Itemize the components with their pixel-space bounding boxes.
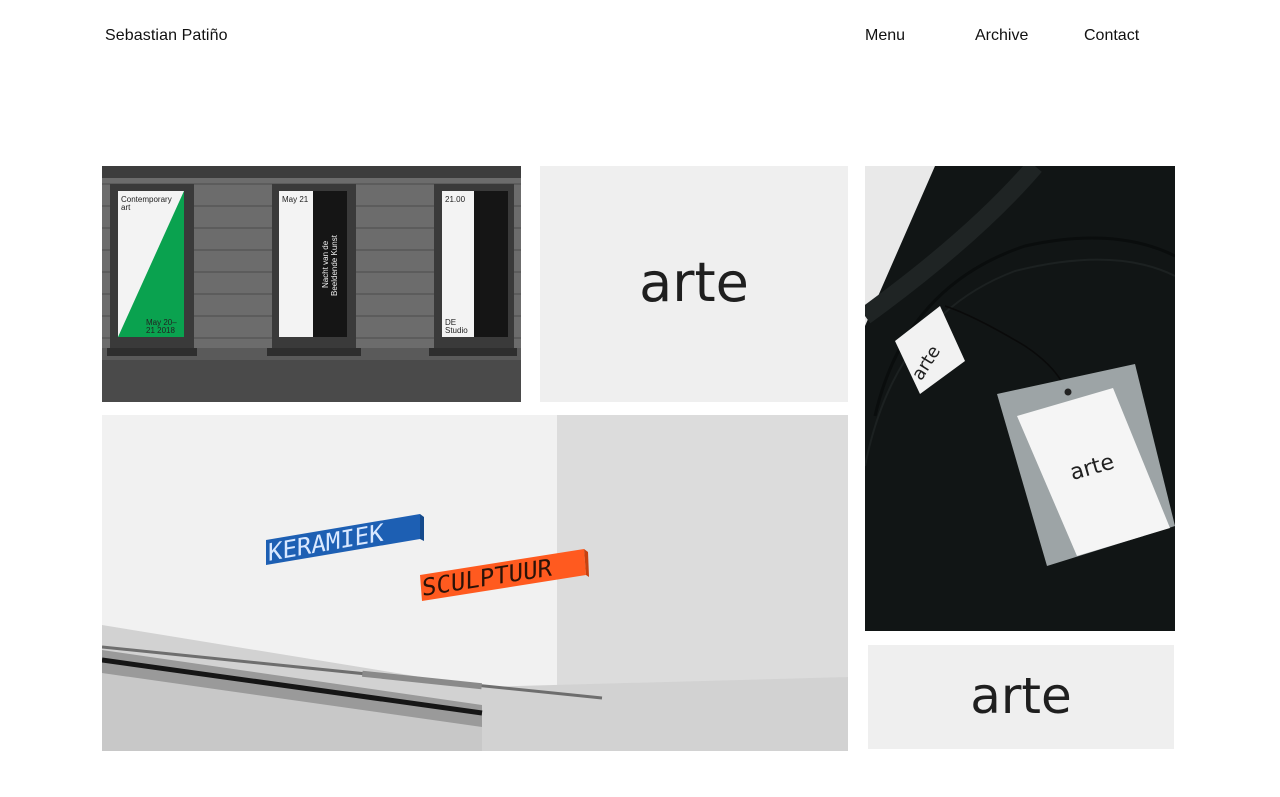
signage-image: KERAMIEK SCULPTUUR — [102, 415, 848, 751]
site-name-link[interactable]: Sebastian Patiño — [105, 27, 228, 45]
arte-wordmark: arte — [639, 251, 749, 314]
banner-3-bottom-2: Studio — [445, 326, 468, 335]
project-facade-banners[interactable]: Contemporary art May 20– 21 2018 May 21 … — [102, 166, 521, 402]
logo-card-image: arte — [639, 251, 749, 314]
banner-1-top-2: art — [121, 203, 131, 212]
nav-contact[interactable]: Contact — [1084, 27, 1139, 45]
nav-archive[interactable]: Archive — [975, 27, 1028, 45]
facade-image: Contemporary art May 20– 21 2018 May 21 … — [102, 166, 521, 402]
banner-2-side-1: Nacht van de — [321, 240, 330, 288]
arte-wordmark-small: arte — [970, 667, 1072, 725]
project-arte-logo-card-small[interactable]: arte — [868, 645, 1174, 749]
banner-3-top: 21.00 — [445, 195, 466, 204]
banner-contemporary-art: Contemporary art May 20– 21 2018 — [118, 191, 184, 337]
project-museum-signage[interactable]: KERAMIEK SCULPTUUR — [102, 415, 848, 751]
project-arte-logo-card[interactable]: arte — [540, 166, 848, 402]
banner-1-bottom-2: 21 2018 — [146, 326, 175, 335]
banner-de-studio: 21.00 DE Studio — [442, 191, 508, 337]
banner-nacht-van-de-beeldende-kunst: May 21 Nacht van de Beeldende Kunst — [279, 191, 347, 337]
nav-menu[interactable]: Menu — [865, 27, 905, 45]
sweater-image: arte arte — [865, 166, 1175, 631]
banner-2-top: May 21 — [282, 195, 309, 204]
project-arte-sweater[interactable]: arte arte — [865, 166, 1175, 631]
logo-card-small-image: arte — [970, 667, 1072, 725]
banner-2-side-2: Beeldende Kunst — [330, 234, 339, 296]
